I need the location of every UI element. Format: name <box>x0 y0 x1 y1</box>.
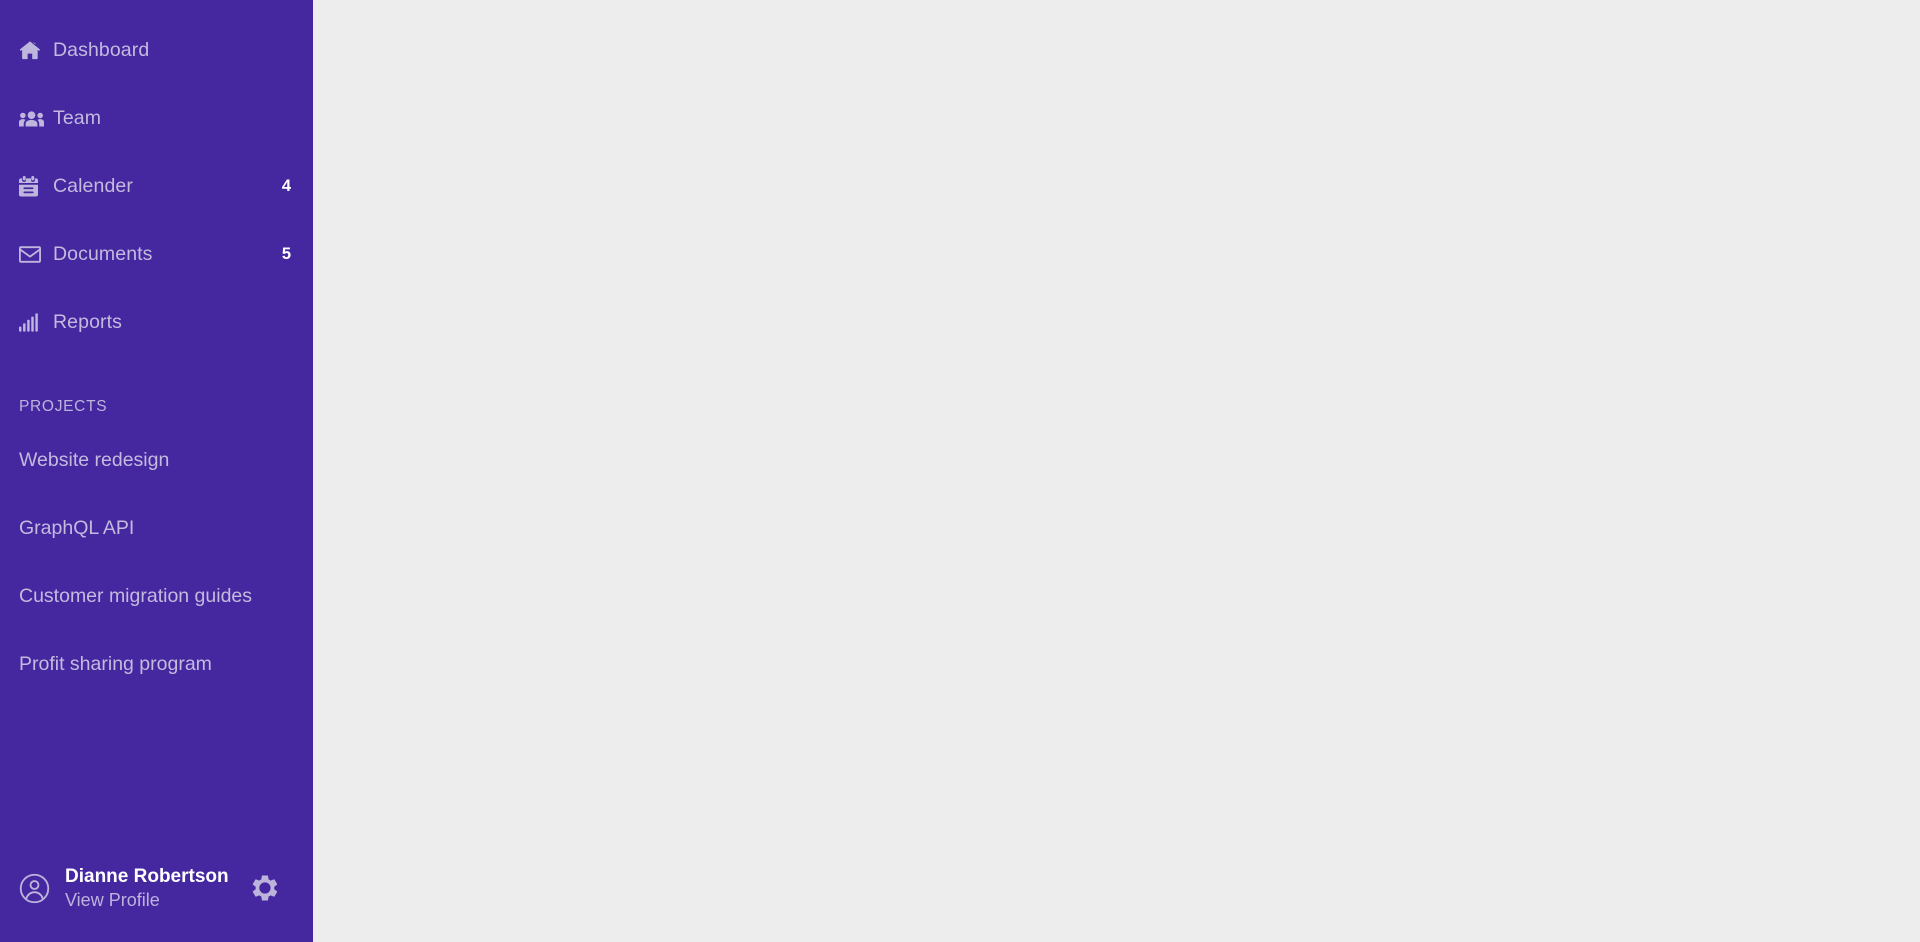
signal-bars-icon <box>19 311 44 333</box>
envelope-icon <box>19 243 44 265</box>
projects-section-heading: PROJECTS <box>19 398 108 415</box>
sidebar-nav: Dashboard Team Calender 4 Documents 5 Re… <box>0 0 313 356</box>
profile-text-block: Dianne Robertson View Profile <box>65 865 229 912</box>
project-item-profit-sharing-program[interactable]: Profit sharing program <box>0 630 313 698</box>
users-icon <box>19 107 44 129</box>
sidebar-item-label: Calender <box>53 174 133 197</box>
sidebar-item-badge: 4 <box>281 176 291 195</box>
sidebar-item-dashboard[interactable]: Dashboard <box>0 16 313 84</box>
sidebar-item-label: Documents <box>53 242 153 265</box>
profile-name: Dianne Robertson <box>65 865 229 887</box>
sidebar-item-badge: 5 <box>281 244 291 263</box>
sidebar-item-label: Reports <box>53 310 122 333</box>
sidebar-item-label: Dashboard <box>53 38 150 61</box>
sidebar-item-calender[interactable]: Calender 4 <box>0 152 313 220</box>
project-item-customer-migration-guides[interactable]: Customer migration guides <box>0 562 313 630</box>
profile-section[interactable]: Dianne Robertson View Profile <box>0 865 313 942</box>
project-item-graphql-api[interactable]: GraphQL API <box>0 494 313 562</box>
main-content-area <box>313 0 1920 942</box>
sidebar-item-label: Team <box>53 106 102 129</box>
sidebar-item-team[interactable]: Team <box>0 84 313 152</box>
sidebar: Dashboard Team Calender 4 Documents 5 Re… <box>0 0 313 942</box>
user-circle-icon <box>19 873 50 904</box>
view-profile-link[interactable]: View Profile <box>65 889 229 912</box>
gear-icon[interactable] <box>250 873 280 903</box>
home-icon <box>19 39 44 61</box>
sidebar-item-reports[interactable]: Reports <box>0 288 313 356</box>
projects-list: Website redesign GraphQL API Customer mi… <box>0 426 313 698</box>
project-item-website-redesign[interactable]: Website redesign <box>0 426 313 494</box>
sidebar-item-documents[interactable]: Documents 5 <box>0 220 313 288</box>
calendar-icon <box>19 175 44 197</box>
